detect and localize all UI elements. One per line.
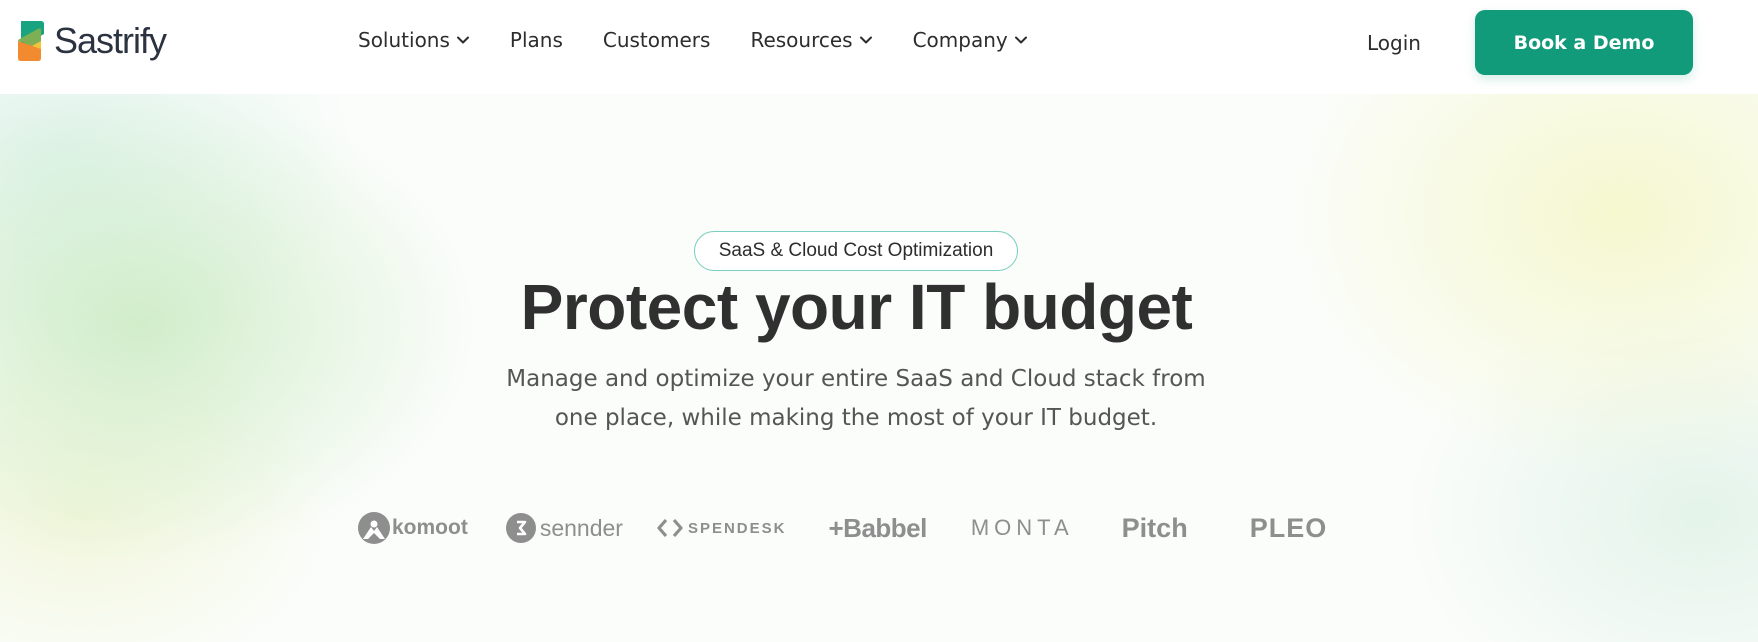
hero-subtitle-line-2: one place, while making the most of your… (554, 405, 1158, 431)
hero-section: SaaS & Cloud Cost Optimization Protect y… (0, 94, 1758, 642)
nav-solutions-label: Solutions (358, 28, 450, 52)
nav-solutions[interactable]: Solutions (358, 28, 470, 52)
babbel-logo: +Babbel (828, 512, 927, 544)
category-badge: SaaS & Cloud Cost Optimization (694, 231, 1018, 271)
komoot-icon (358, 512, 390, 544)
pleo-logo: PLEO (1250, 513, 1328, 544)
chevron-down-icon (859, 36, 872, 44)
spendesk-logo-text: SPENDESK (687, 519, 787, 537)
site-header: Sastrify Solutions Plans Customers Resou… (0, 0, 1758, 94)
login-link[interactable]: Login (1367, 31, 1421, 55)
sennder-icon (505, 513, 536, 543)
sastrify-logo[interactable]: Sastrify (18, 20, 167, 62)
nav-plans[interactable]: Plans (510, 28, 563, 52)
monta-logo-text: MONTA (970, 515, 1074, 540)
sastrify-logo-mark-icon (18, 21, 44, 61)
babbel-logo-text: +Babbel (828, 512, 927, 543)
hero-subtitle: Manage and optimize your entire SaaS and… (456, 360, 1256, 438)
monta-logo: MONTA (971, 515, 1074, 541)
nav-resources[interactable]: Resources (750, 28, 872, 52)
chevron-down-icon (1014, 36, 1027, 44)
spendesk-icon (657, 518, 683, 538)
page: Sastrify Solutions Plans Customers Resou… (0, 0, 1758, 642)
pleo-logo-text: PLEO (1249, 512, 1328, 543)
customer-logos: komoot sennder SPENDESK +Babbel MONTA Pi… (358, 508, 1327, 548)
sennder-logo: sennder (505, 513, 623, 543)
komoot-logo: komoot (358, 512, 468, 544)
nav-customers[interactable]: Customers (603, 28, 711, 52)
komoot-logo-text: komoot (392, 516, 468, 539)
nav-company-label: Company (912, 28, 1008, 52)
logo-wordmark: Sastrify (54, 20, 167, 61)
hero-title: Protect your IT budget (520, 271, 1193, 343)
sennder-logo-text: sennder (539, 514, 623, 541)
main-nav: Solutions Plans Customers Resources Comp… (358, 28, 1068, 52)
hero-subtitle-line-1: Manage and optimize your entire SaaS and… (506, 366, 1206, 392)
pitch-logo-text: Pitch (1121, 512, 1188, 543)
spendesk-logo: SPENDESK (657, 518, 787, 538)
nav-resources-label: Resources (750, 28, 853, 52)
nav-plans-label: Plans (509, 28, 563, 52)
book-a-demo-button[interactable]: Book a Demo (1475, 10, 1693, 75)
chevron-down-icon (456, 36, 469, 44)
nav-company[interactable]: Company (913, 28, 1028, 52)
pitch-logo: Pitch (1122, 513, 1188, 544)
nav-customers-label: Customers (602, 28, 711, 52)
